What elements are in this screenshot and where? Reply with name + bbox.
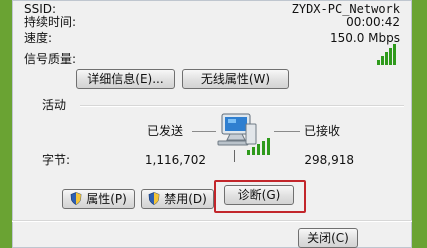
disable-button-label: 禁用(D) (164, 192, 207, 206)
signal-quality-label: 信号质量: (24, 52, 77, 66)
activity-section-label: 活动 (42, 98, 67, 112)
duration-label: 持续时间: (24, 15, 77, 29)
close-button[interactable]: 关闭(C) (298, 228, 358, 248)
diagnose-button-label: 诊断(G) (237, 188, 281, 202)
received-label: 已接收 (304, 124, 341, 138)
diagnose-button[interactable]: 诊断(G) (224, 185, 294, 205)
uac-shield-icon (70, 192, 82, 205)
ssid-label: SSID: (24, 2, 57, 16)
activity-connector-line (234, 150, 235, 162)
bytes-label: 字节: (42, 153, 71, 167)
uac-shield-icon (148, 192, 160, 205)
signal-strength-icon (377, 44, 396, 65)
wireless-status-dialog: SSID: ZYDX-PC_Network 持续时间: 00:00:42 速度:… (12, 0, 412, 248)
speed-label: 速度: (24, 31, 53, 45)
details-button[interactable]: 详细信息(E)... (76, 69, 175, 89)
details-button-label: 详细信息(E)... (87, 72, 164, 86)
bytes-sent-value: 1,116,702 (144, 153, 206, 167)
wireless-properties-button[interactable]: 无线属性(W) (182, 69, 289, 89)
disable-button[interactable]: 禁用(D) (141, 189, 214, 209)
sent-line (192, 131, 216, 132)
ssid-value: ZYDX-PC_Network (291, 2, 400, 16)
activity-divider (80, 105, 404, 107)
footer-divider (12, 220, 412, 222)
duration-value: 00:00:42 (346, 15, 400, 29)
sent-label: 已发送 (147, 124, 184, 138)
wireless-properties-button-label: 无线属性(W) (200, 72, 271, 86)
properties-button-label: 属性(P) (86, 192, 127, 206)
bytes-received-value: 298,918 (304, 153, 354, 167)
activity-signal-icon (247, 138, 270, 155)
properties-button[interactable]: 属性(P) (62, 189, 135, 209)
close-button-label: 关闭(C) (307, 231, 349, 245)
received-line (274, 131, 300, 132)
